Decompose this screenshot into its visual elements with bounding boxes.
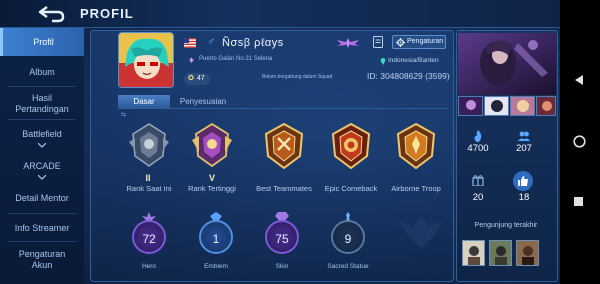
rank-current-badge[interactable] <box>127 122 171 170</box>
hero-count[interactable]: 72 <box>132 220 166 254</box>
sidebar-divider <box>8 119 76 120</box>
rank-highest-badge[interactable] <box>190 122 234 170</box>
sidebar-item-battlefield[interactable]: Battlefield <box>0 129 84 148</box>
settings-button[interactable]: Pengaturan <box>392 35 446 49</box>
chevron-down-icon <box>38 143 46 148</box>
sidebar-item-detail-mentor[interactable]: Detail Mentor <box>0 193 84 204</box>
us-flag-icon <box>184 38 196 48</box>
rank-highest-label: Rank Tertinggi <box>188 184 236 193</box>
emblem-label: Emblem <box>204 263 228 270</box>
nav-home-icon[interactable] <box>573 135 586 148</box>
hero-thumbnail[interactable] <box>536 96 556 116</box>
fire-icon <box>474 130 482 142</box>
visitor-avatar[interactable] <box>489 240 512 266</box>
player-id: ID: 304808629 (3599) <box>367 71 450 81</box>
sidebar-item-label: ARCADE <box>23 161 61 171</box>
hero-portrait <box>458 33 556 95</box>
level-badge: ✪ 47 <box>184 73 210 85</box>
avatar[interactable] <box>118 32 174 88</box>
rank-highest-numeral: V <box>208 173 215 183</box>
settings-button-label: Pengaturan <box>407 38 444 45</box>
sacred-statue-count[interactable]: 9 <box>331 220 365 254</box>
visitor-image <box>463 241 484 265</box>
hero-showcase-image[interactable] <box>458 33 556 95</box>
airborne-troop-label: Airborne Troop <box>391 184 441 193</box>
airborne-troop-badge[interactable] <box>394 122 438 170</box>
sidebar-item-profil[interactable]: Profil <box>0 28 84 56</box>
tab-underline <box>118 108 448 109</box>
sidebar-divider <box>8 86 76 87</box>
hero-thumbnail-image <box>485 97 508 115</box>
gender-icon: ♂ <box>207 36 216 48</box>
hero-thumbnail[interactable] <box>484 96 509 116</box>
gear-icon <box>396 38 405 47</box>
skin-count[interactable]: 75 <box>265 220 299 254</box>
tab-dasar[interactable]: Dasar <box>118 95 170 108</box>
best-teammates-badge[interactable] <box>262 122 306 170</box>
location-pin-icon <box>380 58 386 65</box>
sidebar-divider <box>8 241 76 242</box>
address-text: Puerto Galán No.31 Selena <box>199 56 273 62</box>
avatar-image <box>119 33 173 87</box>
nav-back-icon[interactable] <box>573 74 585 86</box>
skin-label: Skin <box>275 263 289 270</box>
friends-value: 207 <box>516 143 532 154</box>
card-icon[interactable] <box>373 36 383 48</box>
epic-comeback-badge[interactable] <box>329 122 373 170</box>
swap-icon[interactable]: ⇆ <box>121 111 126 118</box>
sidebar-divider <box>8 213 76 214</box>
nav-recents-icon[interactable] <box>573 196 584 207</box>
hero-thumbnail[interactable] <box>510 96 535 116</box>
hero-thumbnail[interactable] <box>458 96 483 116</box>
hero-thumbnail-image <box>537 97 555 115</box>
rank-current-numeral: II <box>145 173 151 183</box>
back-arrow-icon[interactable] <box>36 4 66 24</box>
visitor-avatar[interactable] <box>516 240 539 266</box>
chevron-down-icon <box>38 175 46 180</box>
emblem-decoration-icon <box>400 216 442 248</box>
android-nav-bar <box>560 0 600 284</box>
sidebar-item-arcade[interactable]: ARCADE <box>0 161 84 180</box>
squad-status: Belum bergabung dalam Squad <box>262 74 333 80</box>
faction-icon <box>188 57 195 63</box>
player-name: Ñσѕβ ρℓαуѕ <box>222 37 284 49</box>
rank-wings-icon <box>337 38 359 48</box>
friends-icon <box>518 131 530 141</box>
emblem-count[interactable]: 1 <box>199 220 233 254</box>
like-button[interactable] <box>513 171 533 191</box>
medal-icon: ✪ <box>188 75 194 82</box>
level-value: 47 <box>196 75 205 82</box>
visitor-image <box>517 241 538 265</box>
location-text: Indonesia/Banten <box>388 57 439 64</box>
gifts-value: 20 <box>472 192 484 203</box>
sacred-statue-label: Sacred Statue <box>327 263 369 270</box>
sidebar-item-label: Hasil Pertandingan <box>15 93 69 114</box>
sidebar-item-label: Battlefield <box>22 129 62 139</box>
sidebar-item-info-streamer[interactable]: Info Streamer <box>0 223 84 234</box>
sidebar-item-pengaturan-akun[interactable]: Pengaturan Akun <box>0 249 84 271</box>
sidebar-item-album[interactable]: Album <box>0 67 84 78</box>
likes-value: 18 <box>518 192 530 203</box>
visitor-image <box>490 241 511 265</box>
recent-visitors-label: Pengunjung terakhir <box>474 222 538 229</box>
sidebar-item-label: Pengaturan Akun <box>18 249 66 270</box>
sidebar-item-hasil-pertandingan[interactable]: Hasil Pertandingan <box>0 93 84 115</box>
like-icon <box>518 176 528 186</box>
hero-thumbnail-image <box>511 97 534 115</box>
popularity-value: 4700 <box>467 143 489 154</box>
hero-thumbnail-image <box>459 97 482 115</box>
page-title: PROFIL <box>80 6 134 21</box>
hero-label: Hero <box>141 263 157 270</box>
top-bar: PROFIL <box>0 0 560 28</box>
tab-penyesuaian[interactable]: Penyesuaian <box>172 95 234 108</box>
visitor-avatar[interactable] <box>462 240 485 266</box>
gift-icon <box>472 175 484 186</box>
